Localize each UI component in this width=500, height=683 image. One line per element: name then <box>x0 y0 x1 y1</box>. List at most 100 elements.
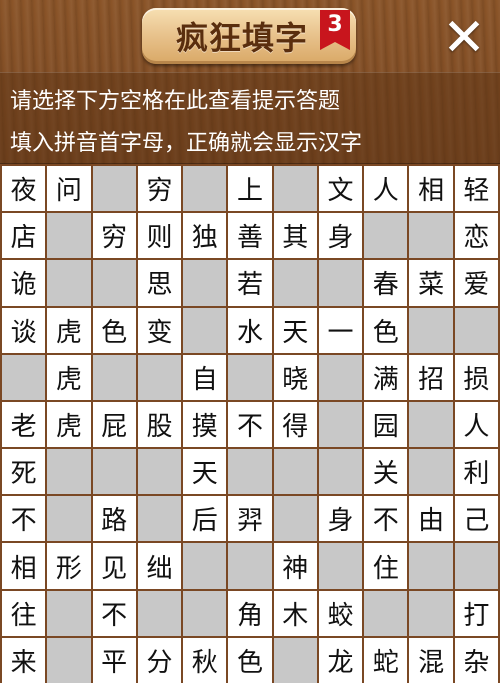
grid-cell[interactable]: 则 <box>137 213 182 259</box>
grid-cell-blocked <box>47 590 91 636</box>
grid-cell[interactable]: 见 <box>92 543 136 589</box>
grid-cell-blocked <box>183 590 227 636</box>
grid-cell-blocked <box>92 166 136 212</box>
grid-cell[interactable]: 水 <box>228 307 272 353</box>
grid-cell[interactable]: 夜 <box>2 166 46 212</box>
grid-cell-blocked <box>364 590 408 636</box>
grid-cell[interactable]: 神 <box>273 543 317 589</box>
grid-cell[interactable]: 平 <box>92 637 136 683</box>
grid-cell[interactable]: 得 <box>273 401 317 448</box>
grid-cell[interactable]: 分 <box>137 637 182 683</box>
grid-cell[interactable]: 恋 <box>454 213 498 259</box>
grid-cell[interactable]: 虎 <box>47 307 91 353</box>
grid-cell[interactable]: 色 <box>92 307 136 353</box>
grid-cell[interactable]: 秋 <box>183 637 227 683</box>
grid-cell[interactable]: 不 <box>364 496 408 542</box>
grid-cell[interactable]: 住 <box>364 543 408 589</box>
grid-cell[interactable]: 自 <box>183 354 227 400</box>
grid-cell-blocked <box>2 354 46 400</box>
grid-cell[interactable]: 不 <box>2 496 46 542</box>
grid-cell[interactable]: 身 <box>318 496 363 542</box>
grid-cell[interactable]: 后 <box>183 496 227 542</box>
grid-cell[interactable]: 独 <box>183 213 227 259</box>
grid-cell[interactable]: 形 <box>47 543 91 589</box>
grid-cell[interactable]: 关 <box>364 449 408 495</box>
grid-cell-blocked <box>273 637 317 683</box>
grid-cell[interactable]: 利 <box>454 449 498 495</box>
grid-cell[interactable]: 文 <box>318 166 363 212</box>
grid-cell[interactable]: 屁 <box>92 401 136 448</box>
grid-cell-blocked <box>228 449 272 495</box>
grid-cell[interactable]: 杂 <box>454 637 498 683</box>
grid-cell-blocked <box>409 307 453 353</box>
grid-cell[interactable]: 其 <box>273 213 317 259</box>
grid-cell[interactable]: 相 <box>2 543 46 589</box>
grid-cell[interactable]: 龙 <box>318 637 363 683</box>
grid-cell[interactable]: 虎 <box>47 354 91 400</box>
level-badge: 3 <box>320 10 350 50</box>
grid-cell-blocked <box>273 449 317 495</box>
grid-cell[interactable]: 己 <box>454 496 498 542</box>
grid-cell[interactable]: 不 <box>228 401 272 448</box>
grid-cell[interactable]: 打 <box>454 590 498 636</box>
grid-cell[interactable]: 死 <box>2 449 46 495</box>
close-icon: ✕ <box>442 8 486 68</box>
grid-cell[interactable]: 色 <box>228 637 272 683</box>
grid-cell-blocked <box>318 401 363 448</box>
grid-cell[interactable]: 老 <box>2 401 46 448</box>
grid-cell[interactable]: 来 <box>2 637 46 683</box>
title-plaque: 疯狂填字 3 <box>142 8 356 64</box>
grid-cell[interactable]: 蛇 <box>364 637 408 683</box>
grid-cell-blocked <box>409 401 453 448</box>
grid-cell[interactable]: 问 <box>47 166 91 212</box>
grid-cell[interactable]: 轻 <box>454 166 498 212</box>
grid-cell[interactable]: 由 <box>409 496 453 542</box>
grid-cell[interactable]: 招 <box>409 354 453 400</box>
grid-cell[interactable]: 天 <box>273 307 317 353</box>
grid-cell-blocked <box>47 213 91 259</box>
grid-cell[interactable]: 若 <box>228 260 272 306</box>
grid-cell[interactable]: 爱 <box>454 260 498 306</box>
grid-cell[interactable]: 蛟 <box>318 590 363 636</box>
grid-cell[interactable]: 园 <box>364 401 408 448</box>
grid-cell[interactable]: 不 <box>92 590 136 636</box>
grid-cell[interactable]: 满 <box>364 354 408 400</box>
grid-cell[interactable]: 上 <box>228 166 272 212</box>
grid-cell[interactable]: 变 <box>137 307 182 353</box>
grid-cell[interactable]: 天 <box>183 449 227 495</box>
grid-cell[interactable]: 店 <box>2 213 46 259</box>
grid-cell[interactable]: 春 <box>364 260 408 306</box>
close-button[interactable]: ✕ <box>436 8 492 68</box>
grid-cell[interactable]: 羿 <box>228 496 272 542</box>
grid-cell-blocked <box>409 213 453 259</box>
grid-cell[interactable]: 身 <box>318 213 363 259</box>
grid-cell[interactable]: 谈 <box>2 307 46 353</box>
grid-cell[interactable]: 绌 <box>137 543 182 589</box>
grid-cell[interactable]: 摸 <box>183 401 227 448</box>
grid-cell[interactable]: 穷 <box>92 213 136 259</box>
grid-cell[interactable]: 相 <box>409 166 453 212</box>
header: 疯狂填字 3 ✕ <box>0 0 500 72</box>
grid-cell[interactable]: 人 <box>364 166 408 212</box>
grid-cell[interactable]: 晓 <box>273 354 317 400</box>
grid-cell[interactable]: 木 <box>273 590 317 636</box>
grid-cell-blocked <box>228 354 272 400</box>
grid-cell-blocked <box>318 354 363 400</box>
app-screen: 疯狂填字 3 ✕ 请选择下方空格在此查看提示答题 填入拼音首字母，正确就会显示汉… <box>0 0 500 683</box>
grid-cell[interactable]: 混 <box>409 637 453 683</box>
grid-cell[interactable]: 人 <box>454 401 498 448</box>
grid-cell[interactable]: 思 <box>137 260 182 306</box>
grid-cell[interactable]: 股 <box>137 401 182 448</box>
grid-cell[interactable]: 损 <box>454 354 498 400</box>
grid-cell[interactable]: 虎 <box>47 401 91 448</box>
grid-cell[interactable]: 往 <box>2 590 46 636</box>
grid-cell[interactable]: 角 <box>228 590 272 636</box>
grid-cell[interactable]: 色 <box>364 307 408 353</box>
grid-cell[interactable]: 路 <box>92 496 136 542</box>
grid-cell[interactable]: 善 <box>228 213 272 259</box>
grid-cell[interactable]: 诡 <box>2 260 46 306</box>
grid-cell-blocked <box>47 449 91 495</box>
grid-cell[interactable]: 穷 <box>137 166 182 212</box>
grid-cell[interactable]: 菜 <box>409 260 453 306</box>
grid-cell[interactable]: 一 <box>318 307 363 353</box>
